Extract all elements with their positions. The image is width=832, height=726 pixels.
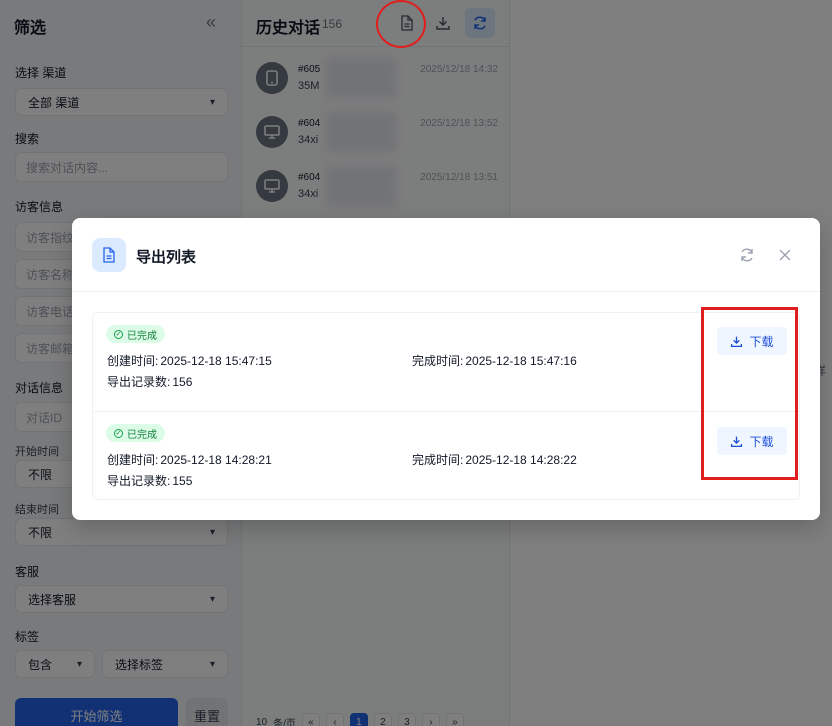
annotation-circle: [376, 0, 426, 48]
created-time: 创建时间: 2025-12-18 15:47:15: [107, 352, 272, 369]
completed-time: 完成时间: 2025-12-18 15:47:16: [412, 352, 577, 369]
record-count-label: 导出记录数:: [107, 375, 171, 389]
record-count: 导出记录数: 156: [107, 373, 192, 390]
check-circle-icon: ✓: [114, 428, 123, 438]
completed-time-label: 完成时间:: [412, 354, 464, 368]
completed-time: 完成时间: 2025-12-18 14:28:22: [412, 451, 577, 468]
completed-time-label: 完成时间:: [412, 453, 464, 467]
created-time-label: 创建时间:: [107, 453, 159, 467]
record-count: 导出记录数: 155: [107, 472, 192, 489]
status-badge: ✓ 已完成: [106, 424, 165, 442]
record-count-label: 导出记录数:: [107, 474, 171, 488]
file-icon: [92, 238, 126, 272]
completed-time-value: 2025-12-18 14:28:22: [465, 453, 577, 467]
record-count-value: 155: [172, 474, 193, 488]
created-time: 创建时间: 2025-12-18 14:28:21: [107, 451, 272, 468]
created-time-value: 2025-12-18 15:47:15: [160, 354, 272, 368]
status-text: 已完成: [127, 330, 157, 342]
export-record-list: ✓ 已完成 创建时间: 2025-12-18 15:47:15 完成时间: 2025…: [92, 312, 800, 500]
check-circle-icon: ✓: [114, 329, 123, 339]
record-count-value: 156: [172, 375, 193, 389]
export-record: ✓ 已完成 创建时间: 2025-12-18 15:47:15 完成时间: 2025…: [93, 313, 799, 411]
modal-header: 导出列表: [72, 218, 820, 292]
refresh-icon[interactable]: [738, 246, 756, 264]
close-icon[interactable]: [776, 246, 794, 264]
created-time-label: 创建时间:: [107, 354, 159, 368]
modal-title: 导出列表: [136, 249, 197, 266]
status-badge: ✓ 已完成: [106, 325, 165, 343]
created-time-value: 2025-12-18 14:28:21: [160, 453, 272, 467]
annotation-rectangle: [701, 307, 798, 480]
status-text: 已完成: [127, 429, 157, 441]
export-record: ✓ 已完成 创建时间: 2025-12-18 14:28:21 完成时间: 2025…: [93, 411, 799, 499]
completed-time-value: 2025-12-18 15:47:16: [465, 354, 577, 368]
